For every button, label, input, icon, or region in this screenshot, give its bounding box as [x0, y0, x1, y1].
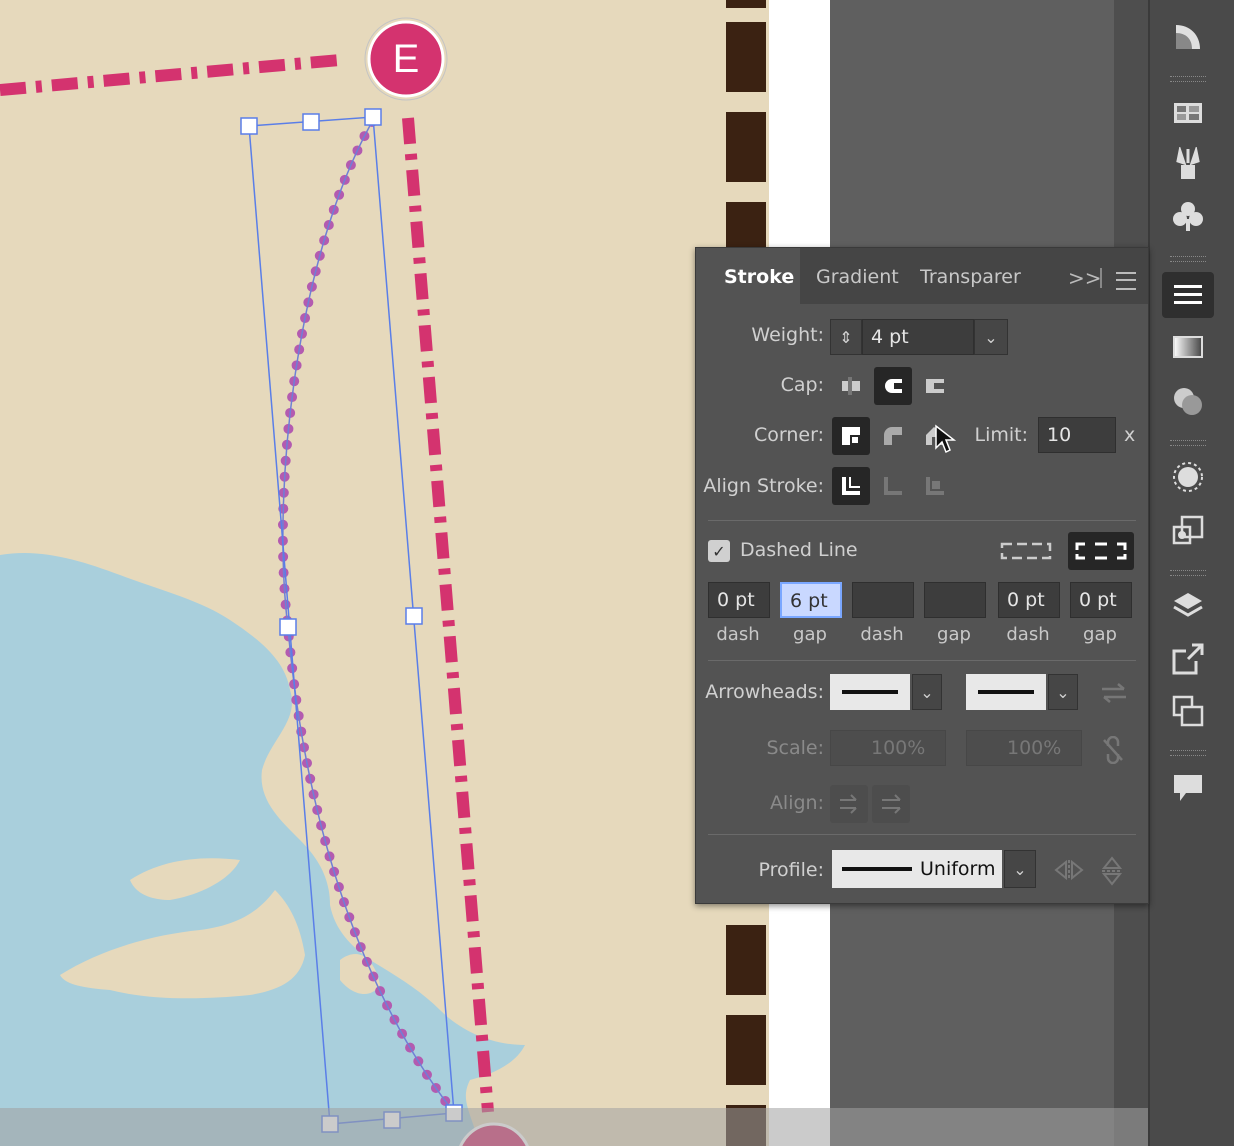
- arrowhead-start-dropdown[interactable]: ⌄: [912, 674, 942, 710]
- layers-icon[interactable]: [1162, 584, 1214, 630]
- scale-end-input[interactable]: 100%: [966, 730, 1082, 766]
- align-outside-icon[interactable]: [916, 467, 954, 505]
- symbols-icon[interactable]: [1162, 194, 1214, 240]
- limit-input[interactable]: 10: [1038, 417, 1116, 453]
- round-cap-icon[interactable]: [874, 367, 912, 405]
- tab-divider: [1100, 268, 1102, 288]
- projecting-cap-icon[interactable]: [916, 367, 954, 405]
- color-guide-icon[interactable]: [1162, 14, 1214, 60]
- round-join-icon[interactable]: [874, 417, 912, 455]
- flip-across-icon[interactable]: [1100, 856, 1124, 886]
- tab-transparency-label: Transparer: [920, 266, 1021, 288]
- export-icon[interactable]: [1162, 636, 1214, 682]
- arrowhead-end-select[interactable]: [966, 674, 1046, 710]
- marker-e-label: E: [392, 37, 420, 81]
- weight-stepper[interactable]: ⇕: [830, 319, 862, 355]
- flip-along-icon[interactable]: [1054, 858, 1084, 882]
- scale-label: Scale:: [766, 737, 824, 759]
- comments-icon[interactable]: [1162, 764, 1214, 810]
- panel-menu-icon[interactable]: [1116, 272, 1136, 290]
- panel-tab-bar: ⇕ Stroke Gradient Transparer >>: [696, 248, 1148, 304]
- link-scale-icon[interactable]: [1100, 736, 1126, 764]
- dash-3-label: dash: [1006, 624, 1050, 645]
- butt-cap-icon[interactable]: [832, 367, 870, 405]
- graphic-styles-icon[interactable]: [1162, 508, 1214, 554]
- gap-3-label: gap: [1083, 624, 1117, 645]
- handle-mid-left: [279, 618, 297, 636]
- align-label: Align:: [769, 792, 824, 814]
- dash-3-input[interactable]: 0 pt: [998, 582, 1060, 618]
- profile-label: Profile:: [758, 859, 824, 881]
- artboards-icon[interactable]: [1162, 688, 1214, 734]
- dash-1-input[interactable]: 0 pt: [708, 582, 770, 618]
- tab-overflow-icon[interactable]: >>: [1068, 266, 1102, 290]
- dash-2-label: dash: [860, 624, 904, 645]
- brushes-icon[interactable]: [1162, 142, 1214, 188]
- align-center-icon[interactable]: [832, 467, 870, 505]
- tab-gradient[interactable]: Gradient: [816, 248, 906, 304]
- separator: [708, 520, 1136, 521]
- gap-1-label: gap: [793, 624, 827, 645]
- gradient-icon[interactable]: [1162, 324, 1214, 370]
- appearance-icon[interactable]: [1162, 454, 1214, 500]
- arrowhead-start-select[interactable]: [830, 674, 910, 710]
- scale-start-value: 100%: [871, 737, 926, 759]
- horizontal-scrollbar[interactable]: [0, 1108, 1148, 1146]
- scale-end-value: 100%: [1007, 737, 1062, 759]
- stroke-icon[interactable]: [1162, 272, 1214, 318]
- handle-top-right: [364, 108, 382, 126]
- arrow-align-extend-icon[interactable]: [830, 785, 868, 823]
- tab-transparency[interactable]: Transparer: [920, 248, 1026, 304]
- miter-join-icon[interactable]: [832, 417, 870, 455]
- dashed-line-label: Dashed Line: [740, 539, 858, 561]
- align-inside-icon[interactable]: [874, 467, 912, 505]
- weight-label: Weight:: [751, 324, 824, 346]
- weight-dropdown-button[interactable]: ⌄: [974, 319, 1008, 355]
- handle-top-mid: [302, 113, 320, 131]
- arrowhead-end-dropdown[interactable]: ⌄: [1048, 674, 1078, 710]
- separator: [708, 834, 1136, 835]
- limit-label: Limit:: [974, 424, 1028, 446]
- limit-suffix: x: [1124, 424, 1136, 446]
- dash-1-label: dash: [716, 624, 760, 645]
- dashed-line-checkbox[interactable]: ✓: [708, 540, 730, 562]
- align-stroke-label: Align Stroke:: [703, 475, 824, 497]
- cap-label: Cap:: [780, 374, 824, 396]
- transparency-icon[interactable]: [1162, 378, 1214, 424]
- handle-top-left: [240, 117, 258, 135]
- scale-start-input[interactable]: 100%: [830, 730, 946, 766]
- mouse-cursor-icon: [935, 424, 956, 454]
- gap-2-label: gap: [937, 624, 971, 645]
- dash-align-corners-icon[interactable]: [1068, 532, 1134, 570]
- corner-label: Corner:: [754, 424, 824, 446]
- swap-arrowheads-icon[interactable]: [1100, 682, 1128, 704]
- separator: [708, 660, 1136, 661]
- tab-gradient-label: Gradient: [816, 266, 899, 288]
- dash-2-input[interactable]: [852, 582, 914, 618]
- stroke-panel: ⇕ Stroke Gradient Transparer >> Weight: …: [695, 247, 1149, 904]
- dash-preserve-exact-icon[interactable]: [994, 532, 1058, 570]
- gap-3-input[interactable]: 0 pt: [1070, 582, 1132, 618]
- profile-value: Uniform: [920, 858, 996, 880]
- profile-select[interactable]: Uniform: [832, 850, 1002, 888]
- gap-2-input[interactable]: [924, 582, 986, 618]
- weight-input[interactable]: 4 pt: [862, 319, 974, 355]
- tab-stroke-label: Stroke: [724, 266, 795, 288]
- profile-dropdown[interactable]: ⌄: [1004, 850, 1036, 888]
- panel-icon-dock: [1148, 0, 1234, 1146]
- arrowheads-label: Arrowheads:: [705, 681, 824, 703]
- swatches-icon[interactable]: [1162, 90, 1214, 136]
- gap-1-input[interactable]: 6 pt: [780, 582, 842, 618]
- tab-stroke[interactable]: Stroke: [696, 248, 800, 304]
- arrow-align-end-icon[interactable]: [872, 785, 910, 823]
- handle-mid-right: [405, 607, 423, 625]
